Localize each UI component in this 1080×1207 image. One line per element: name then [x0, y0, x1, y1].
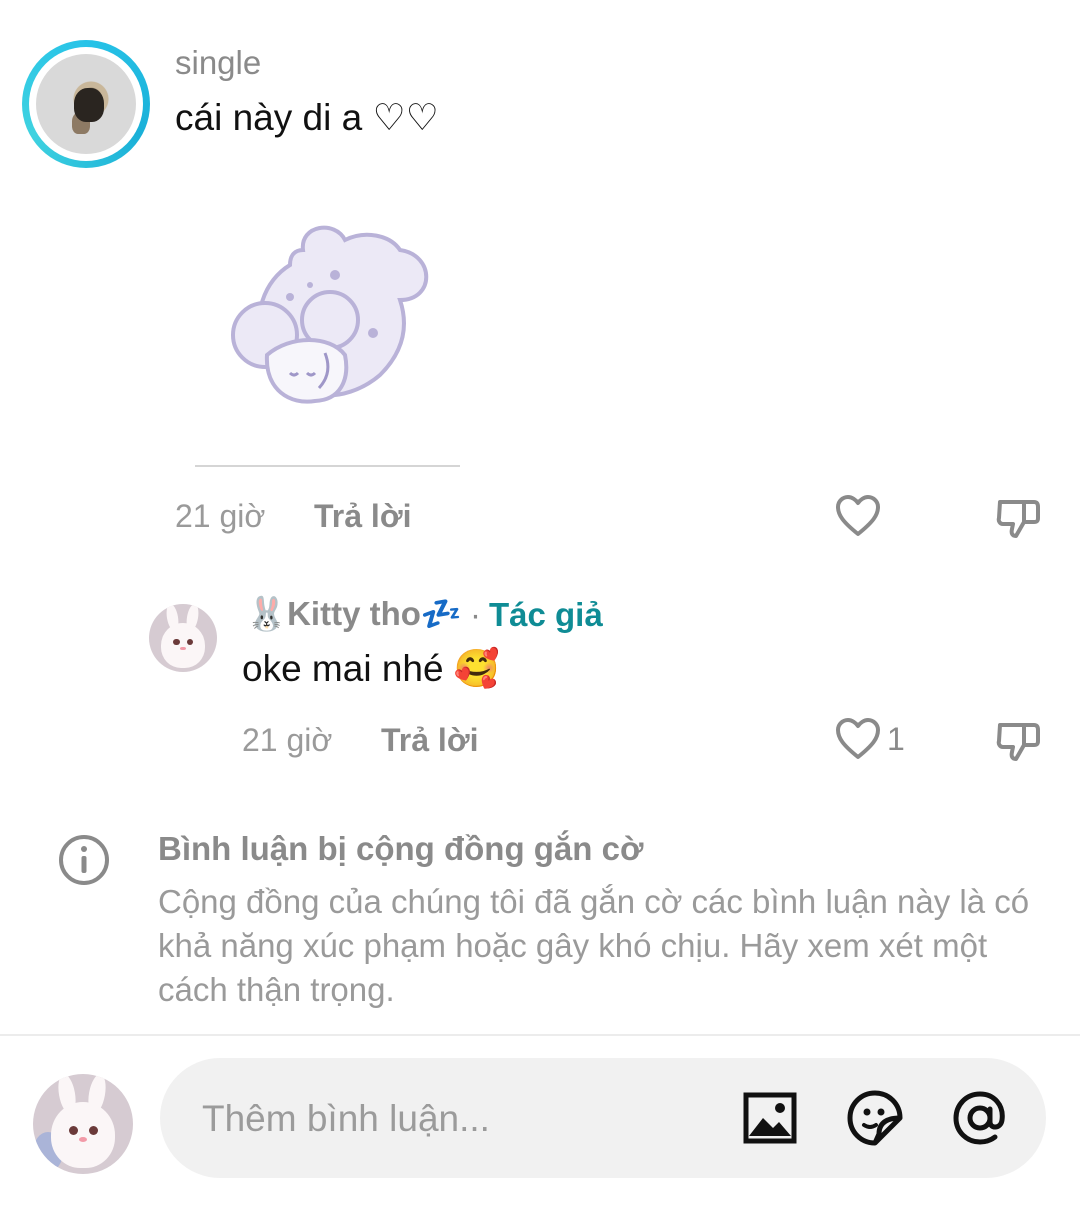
bunny-face [51, 1102, 115, 1168]
composer-divider [0, 1034, 1080, 1036]
comment-dislike-button[interactable] [994, 494, 1042, 542]
author-badge: Tác giả [488, 595, 603, 633]
bunny-face [161, 623, 205, 668]
comment-like-button[interactable] [835, 494, 881, 538]
flag-notice-body: Cộng đồng của chúng tôi đã gắn cờ các bì… [158, 883, 1030, 1008]
commenter-avatar-photo [36, 54, 136, 154]
reply-author-avatar[interactable] [149, 604, 217, 672]
sticker-button[interactable] [845, 1088, 905, 1148]
thumbs-down-icon [996, 723, 1040, 761]
reply-time: 21 giờ [242, 722, 333, 758]
at-sign-icon [953, 1091, 1005, 1145]
mention-button[interactable] [950, 1088, 1010, 1148]
thumbs-down-icon [996, 500, 1040, 538]
reply-dislike-button[interactable] [994, 717, 1042, 765]
reply-like-button[interactable]: 1 [835, 717, 905, 761]
commenter-avatar[interactable] [22, 40, 150, 168]
comment-username[interactable]: single [175, 44, 261, 82]
separator-dot: · [469, 595, 481, 633]
bunny-eye [89, 1126, 98, 1135]
comment-reply-button[interactable]: Trả lời [314, 498, 411, 535]
info-icon [59, 835, 109, 885]
heart-icon [836, 718, 880, 759]
bunny-eye [69, 1126, 78, 1135]
heart-icon [836, 495, 880, 536]
attach-image-button[interactable] [740, 1088, 800, 1148]
comment-input[interactable] [200, 1088, 724, 1150]
reply-username-row: 🐰Kitty tho💤 · Tác giả [246, 595, 603, 634]
reply-username[interactable]: 🐰Kitty tho💤 [246, 595, 462, 634]
flag-notice-title: Bình luận bị cộng đồng gắn cờ [158, 830, 644, 867]
bunny-nose [180, 646, 186, 651]
my-avatar[interactable] [33, 1074, 133, 1174]
comment-time: 21 giờ [175, 498, 266, 534]
reply-text: oke mai nhé 🥰 [242, 648, 500, 689]
comment-composer [160, 1058, 1046, 1178]
comment-text: cái này di a ♡♡ [175, 97, 439, 138]
reply-reply-button[interactable]: Trả lời [381, 722, 478, 759]
reply-like-count: 1 [887, 720, 905, 757]
image-icon [743, 1092, 797, 1144]
sticker-icon [847, 1090, 903, 1146]
bunny-nose [79, 1137, 87, 1142]
mouse-sticker-image[interactable] [195, 205, 460, 467]
sticker-divider [195, 465, 460, 467]
